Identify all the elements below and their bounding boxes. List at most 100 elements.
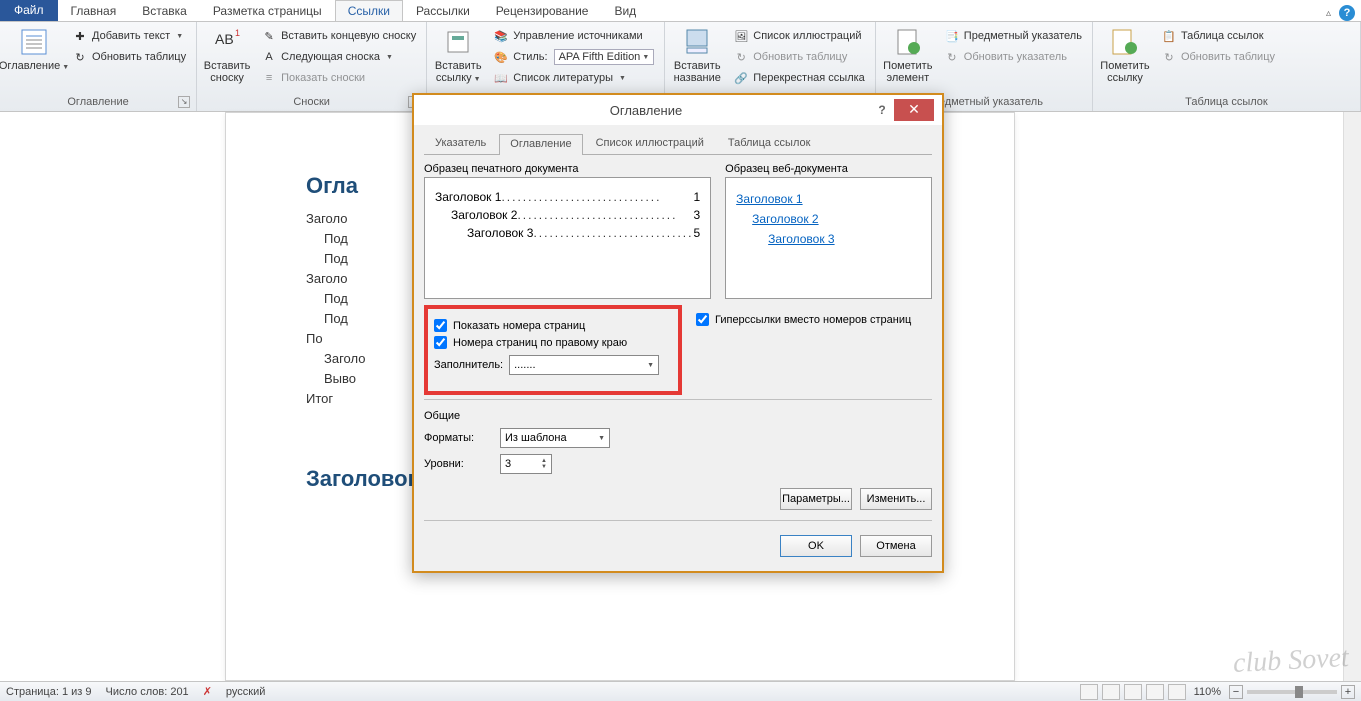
leader-combo[interactable]: .......▼ xyxy=(509,355,659,375)
update-toc-button[interactable]: ↻Обновить таблицу xyxy=(68,47,190,67)
right-align-checkbox[interactable] xyxy=(434,336,447,349)
web-preview-link[interactable]: Заголовок 2 xyxy=(752,212,921,226)
add-text-button[interactable]: ✚Добавить текст▼ xyxy=(68,26,190,46)
web-preview-link[interactable]: Заголовок 3 xyxy=(768,232,921,246)
update-figures-button[interactable]: ↻Обновить таблицу xyxy=(729,47,869,67)
table-of-figures-button[interactable]: 🖼Список иллюстраций xyxy=(729,26,869,46)
tab-insert[interactable]: Вставка xyxy=(129,0,200,21)
print-preview-line: Заголовок 1 ............................… xyxy=(435,190,700,204)
formats-value: Из шаблона xyxy=(505,432,567,444)
style-icon: 🎨 xyxy=(493,49,509,65)
update-index-button[interactable]: ↻Обновить указатель xyxy=(940,47,1086,67)
group-footnotes-label: Сноски xyxy=(293,96,330,108)
dialog-help-icon[interactable]: ? xyxy=(870,103,894,117)
tab-file[interactable]: Файл xyxy=(0,0,58,21)
manage-sources-label: Управление источниками xyxy=(513,30,642,42)
view-outline[interactable] xyxy=(1146,684,1164,700)
tab-references[interactable]: Ссылки xyxy=(335,0,403,21)
insert-footnote-button[interactable]: AB1 Вставить сноску xyxy=(201,24,253,86)
insert-index-icon: 📑 xyxy=(944,28,960,44)
print-preview-line: Заголовок 2 ............................… xyxy=(451,208,700,222)
crossref-icon: 🔗 xyxy=(733,70,749,86)
levels-label: Уровни: xyxy=(424,458,494,470)
citation-icon xyxy=(442,26,474,58)
dialog-titlebar[interactable]: Оглавление ? ✕ xyxy=(414,95,942,125)
refresh-icon: ↻ xyxy=(1161,49,1177,65)
mark-citation-icon xyxy=(1109,26,1141,58)
bibliography-button[interactable]: 📖Список литературы▼ xyxy=(489,68,658,88)
view-fullscreen[interactable] xyxy=(1102,684,1120,700)
view-draft[interactable] xyxy=(1168,684,1186,700)
dlg-tab-figures[interactable]: Список иллюстраций xyxy=(585,133,715,154)
insert-toa-button[interactable]: 📋Таблица ссылок xyxy=(1157,26,1279,46)
minimize-ribbon-icon[interactable]: ▵ xyxy=(1326,8,1331,19)
insert-caption-label: Вставить название xyxy=(673,60,721,84)
formats-combo[interactable]: Из шаблона▼ xyxy=(500,428,610,448)
general-header: Общие xyxy=(424,410,932,422)
insert-citation-button[interactable]: Вставить ссылку▼ xyxy=(431,24,485,88)
vertical-scrollbar[interactable] xyxy=(1343,112,1361,681)
zoom-out-icon[interactable]: − xyxy=(1229,685,1243,699)
mark-entry-label: Пометить элемент xyxy=(883,60,932,84)
dialog-title: Оглавление xyxy=(422,103,870,118)
next-footnote-button[interactable]: AСледующая сноска▼ xyxy=(257,47,420,67)
spellcheck-icon[interactable]: ✗ xyxy=(203,685,212,698)
mark-citation-button[interactable]: Пометить ссылку xyxy=(1097,24,1153,86)
view-web[interactable] xyxy=(1124,684,1142,700)
add-text-label: Добавить текст xyxy=(92,30,170,42)
group-toc-label: Оглавление xyxy=(67,96,128,108)
zoom-in-icon[interactable]: + xyxy=(1341,685,1355,699)
mark-entry-icon xyxy=(892,26,924,58)
ok-button[interactable]: OK xyxy=(780,535,852,557)
update-figures-label: Обновить таблицу xyxy=(753,51,847,63)
insert-endnote-button[interactable]: ✎ Вставить концевую сноску xyxy=(257,26,420,46)
right-align-label: Номера страниц по правому краю xyxy=(453,337,627,349)
modify-button[interactable]: Изменить... xyxy=(860,488,932,510)
web-preview-link[interactable]: Заголовок 1 xyxy=(736,192,921,206)
hyperlinks-label: Гиперссылки вместо номеров страниц xyxy=(715,314,911,326)
group-toc: Оглавление▼ ✚Добавить текст▼ ↻Обновить т… xyxy=(0,22,197,111)
insert-index-button[interactable]: 📑Предметный указатель xyxy=(940,26,1086,46)
tab-pagelayout[interactable]: Разметка страницы xyxy=(200,0,335,21)
cancel-button[interactable]: Отмена xyxy=(860,535,932,557)
dlg-tab-toc[interactable]: Оглавление xyxy=(499,134,582,155)
style-label: Стиль: xyxy=(513,51,547,63)
zoom-value[interactable]: 110% xyxy=(1194,686,1221,698)
endnote-icon: ✎ xyxy=(261,28,277,44)
hyperlinks-checkbox[interactable] xyxy=(696,313,709,326)
options-button[interactable]: Параметры... xyxy=(780,488,852,510)
tab-home[interactable]: Главная xyxy=(58,0,130,21)
mark-entry-button[interactable]: Пометить элемент xyxy=(880,24,936,86)
help-icon[interactable]: ? xyxy=(1339,5,1355,21)
manage-sources-button[interactable]: 📚Управление источниками xyxy=(489,26,658,46)
tab-review[interactable]: Рецензирование xyxy=(483,0,602,21)
next-footnote-label: Следующая сноска xyxy=(281,51,380,63)
levels-spinner[interactable]: 3▲▼ xyxy=(500,454,552,474)
tab-mailings[interactable]: Рассылки xyxy=(403,0,483,21)
dlg-tab-index[interactable]: Указатель xyxy=(424,133,497,154)
status-language[interactable]: русский xyxy=(226,686,265,698)
bibliography-icon: 📖 xyxy=(493,70,509,86)
show-footnotes-label: Показать сноски xyxy=(281,72,365,84)
status-page[interactable]: Страница: 1 из 9 xyxy=(6,686,92,698)
crossref-button[interactable]: 🔗Перекрестная ссылка xyxy=(729,68,869,88)
update-toa-button[interactable]: ↻Обновить таблицу xyxy=(1157,47,1279,67)
toc-button[interactable]: Оглавление▼ xyxy=(4,24,64,76)
dlg-tab-toa[interactable]: Таблица ссылок xyxy=(717,133,822,154)
show-page-numbers-checkbox[interactable] xyxy=(434,319,447,332)
citation-style-combo[interactable]: 🎨Стиль:APA Fifth Edition▼ xyxy=(489,47,658,67)
update-toc-label: Обновить таблицу xyxy=(92,51,186,63)
dialog-launcher-icon[interactable]: ↘ xyxy=(178,96,190,108)
view-print-layout[interactable] xyxy=(1080,684,1098,700)
endnote-label: Вставить концевую сноску xyxy=(281,30,416,42)
close-icon[interactable]: ✕ xyxy=(894,99,934,121)
print-preview-box: Заголовок 1 ............................… xyxy=(424,177,711,299)
zoom-slider[interactable] xyxy=(1247,690,1337,694)
show-footnotes-button[interactable]: ≡Показать сноски xyxy=(257,68,420,88)
insert-footnote-label: Вставить сноску xyxy=(204,60,251,84)
insert-caption-button[interactable]: Вставить название xyxy=(669,24,725,86)
dialog-tabs: Указатель Оглавление Список иллюстраций … xyxy=(424,133,932,155)
status-wordcount[interactable]: Число слов: 201 xyxy=(106,686,189,698)
tab-view[interactable]: Вид xyxy=(601,0,649,21)
update-የindex-label: Обновить указатель xyxy=(964,51,1067,63)
